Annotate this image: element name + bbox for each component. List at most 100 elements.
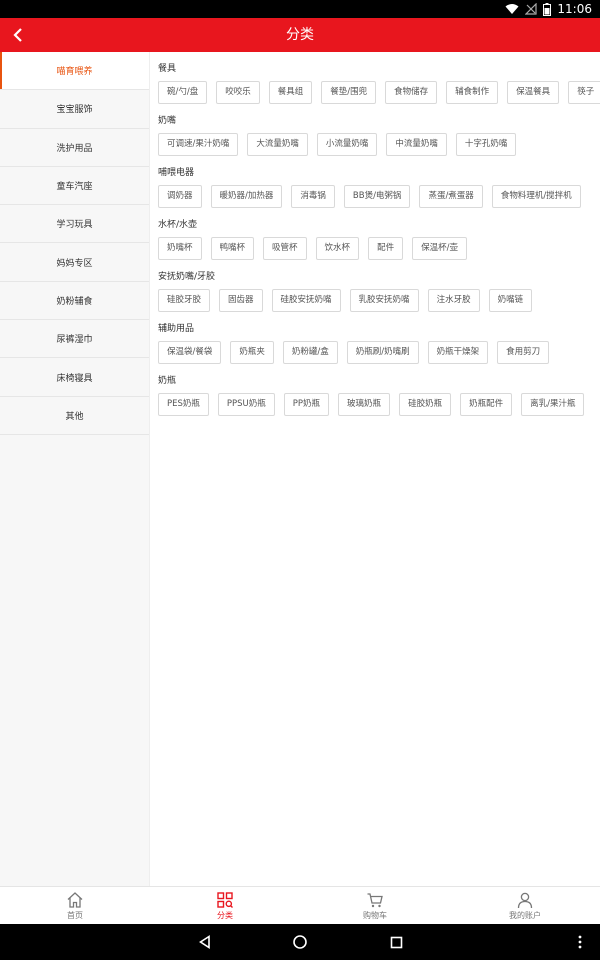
subcategory-tag[interactable]: 碗/勺/盘 <box>158 81 208 104</box>
wifi-icon <box>505 4 519 14</box>
subcategory-tag[interactable]: 中流量奶嘴 <box>386 133 447 156</box>
subcategory-tag[interactable]: 饮水杯 <box>315 237 360 260</box>
section-title: 安抚奶嘴/牙胶 <box>158 272 216 282</box>
subcategory-tag[interactable]: 食用剪刀 <box>497 341 550 364</box>
subcategory-tag[interactable]: 离乳/果汁瓶 <box>521 393 585 416</box>
tab-label: 购物车 <box>363 910 387 920</box>
category-icon <box>217 891 233 908</box>
subcategory-tag[interactable]: 硅胶安抚奶嘴 <box>271 289 341 312</box>
subcategory-tag[interactable]: 大流量奶嘴 <box>247 133 308 156</box>
tab-label: 首页 <box>67 910 83 920</box>
user-icon <box>517 892 533 908</box>
tag-list: 调奶器 暖奶器/加热器 消毒锅 BB煲/电粥锅 蒸蛋/煮蛋器 食物料理机/搅拌机 <box>158 185 600 208</box>
subcategory-panel: 餐具 碗/勺/盘 咬咬乐 餐具组 餐垫/围兜 食物储存 辅食制作 保温餐具 筷子… <box>150 52 600 886</box>
subcategory-tag[interactable]: 乳胶安抚奶嘴 <box>349 289 419 312</box>
subcategory-tag[interactable]: 奶嘴杯 <box>158 237 202 260</box>
sidebar-item-label: 学习玩具 <box>56 220 93 231</box>
subcategory-tag[interactable]: 保温餐具 <box>507 81 560 104</box>
sidebar-item-label: 洗护用品 <box>56 143 93 154</box>
sidebar-item-feeding[interactable]: 喵育喂养 <box>0 52 149 91</box>
subcategory-tag[interactable]: 可调速/果汁奶嘴 <box>158 133 239 156</box>
subcategory-tag[interactable]: 注水牙胶 <box>427 289 480 312</box>
subcategory-tag[interactable]: 咬咬乐 <box>216 81 260 104</box>
battery-icon <box>543 2 552 16</box>
sidebar-item-baby-clothing[interactable]: 宝宝服饰 <box>0 90 149 129</box>
subcategory-tag[interactable]: PES奶瓶 <box>158 393 209 416</box>
tab-category[interactable]: 分类 <box>150 887 300 924</box>
android-nav-bar <box>0 924 600 960</box>
section-tableware: 餐具 碗/勺/盘 咬咬乐 餐具组 餐垫/围兜 食物储存 辅食制作 保温餐具 筷子 <box>158 62 600 104</box>
cart-icon <box>367 892 383 907</box>
status-time: 11:06 <box>557 2 592 16</box>
sidebar-item-toys[interactable]: 学习玩具 <box>0 205 149 244</box>
signal-off-icon <box>525 3 538 15</box>
nav-home-button[interactable] <box>290 932 310 952</box>
subcategory-tag[interactable]: 奶瓶刷/奶嘴刷 <box>346 341 419 364</box>
sidebar-item-formula[interactable]: 奶粉辅食 <box>0 282 149 321</box>
tab-account[interactable]: 我的账户 <box>450 887 600 924</box>
bottom-tab-bar: 首页 分类 购物车 我的账户 <box>0 886 600 924</box>
subcategory-tag[interactable]: 餐具组 <box>268 81 313 104</box>
subcategory-tag[interactable]: 保温袋/餐袋 <box>158 341 222 364</box>
subcategory-tag[interactable]: 食物储存 <box>385 81 438 104</box>
subcategory-tag[interactable]: 十字孔奶嘴 <box>455 133 517 156</box>
subcategory-tag[interactable]: 奶嘴链 <box>488 289 533 312</box>
status-icons: 11:06 <box>505 0 592 18</box>
subcategory-tag[interactable]: 奶瓶配件 <box>460 393 513 416</box>
sidebar-item-label: 床椅寝具 <box>56 373 93 384</box>
triangle-back-icon <box>199 935 210 949</box>
page-title: 分类 <box>286 27 314 43</box>
tab-cart[interactable]: 购物车 <box>300 887 450 924</box>
sidebar-item-diapers[interactable]: 尿裤湿巾 <box>0 320 149 359</box>
subcategory-tag[interactable]: BB煲/电粥锅 <box>343 185 411 208</box>
subcategory-tag[interactable]: 奶粉罐/盒 <box>282 341 338 364</box>
nav-back-button[interactable] <box>195 932 215 952</box>
square-recents-icon <box>390 936 402 948</box>
subcategory-tag[interactable]: 小流量奶嘴 <box>316 133 378 156</box>
subcategory-tag[interactable]: 餐垫/围兜 <box>321 81 377 104</box>
subcategory-tag[interactable]: PP奶瓶 <box>283 393 330 416</box>
subcategory-tag[interactable]: 调奶器 <box>158 185 202 208</box>
subcategory-tag[interactable]: 暖奶器/加热器 <box>210 185 283 208</box>
sidebar-item-mom[interactable]: 妈妈专区 <box>0 243 149 282</box>
subcategory-tag[interactable]: 吸管杯 <box>263 237 307 260</box>
sidebar-item-bedding[interactable]: 床椅寝具 <box>0 358 149 397</box>
section-feeding-appliances: 哺喂电器 调奶器 暖奶器/加热器 消毒锅 BB煲/电粥锅 蒸蛋/煮蛋器 食物料理… <box>158 166 600 208</box>
subcategory-tag[interactable]: 玻璃奶瓶 <box>338 393 391 416</box>
subcategory-tag[interactable]: 食物料理机/搅拌机 <box>491 185 581 208</box>
sidebar-item-washing-care[interactable]: 洗护用品 <box>0 129 149 167</box>
subcategory-tag[interactable]: 辅食制作 <box>446 81 499 104</box>
sidebar-item-label: 其他 <box>65 411 84 422</box>
subcategory-tag[interactable]: 鸭嘴杯 <box>210 237 255 260</box>
sidebar-item-label: 妈妈专区 <box>56 258 93 269</box>
tab-label: 分类 <box>217 910 233 920</box>
subcategory-tag[interactable]: 消毒锅 <box>291 185 335 208</box>
subcategory-tag[interactable]: 奶瓶干燥架 <box>427 341 489 364</box>
category-sidebar: 喵育喂养 宝宝服饰 洗护用品 童车汽座 学习玩具 妈妈专区 奶粉辅食 尿裤湿巾 … <box>0 52 150 886</box>
app-bar: 分类 <box>0 18 600 52</box>
sidebar-item-other[interactable]: 其他 <box>0 397 149 435</box>
nav-menu-button[interactable] <box>570 932 590 952</box>
subcategory-tag[interactable]: PPSU奶瓶 <box>217 393 275 416</box>
subcategory-tag[interactable]: 固齿器 <box>219 289 263 312</box>
sidebar-item-stroller-carseat[interactable]: 童车汽座 <box>0 167 149 206</box>
subcategory-tag[interactable]: 硅胶奶瓶 <box>399 393 452 416</box>
home-icon <box>67 891 83 908</box>
tag-list: PES奶瓶 PPSU奶瓶 PP奶瓶 玻璃奶瓶 硅胶奶瓶 奶瓶配件 离乳/果汁瓶 <box>158 393 600 416</box>
subcategory-tag[interactable]: 筷子 <box>568 81 600 104</box>
subcategory-tag[interactable]: 硅胶牙胶 <box>158 289 211 312</box>
tag-list: 碗/勺/盘 咬咬乐 餐具组 餐垫/围兜 食物储存 辅食制作 保温餐具 筷子 <box>158 81 600 104</box>
section-title: 奶嘴 <box>158 116 177 126</box>
nav-recents-button[interactable] <box>386 932 406 952</box>
subcategory-tag[interactable]: 保温杯/壶 <box>412 237 467 260</box>
subcategory-tag[interactable]: 蒸蛋/煮蛋器 <box>419 185 483 208</box>
circle-home-icon <box>293 935 307 949</box>
subcategory-tag[interactable]: 奶瓶夹 <box>230 341 274 364</box>
section-title: 奶瓶 <box>158 376 177 386</box>
section-pacifiers-teethers: 安抚奶嘴/牙胶 硅胶牙胶 固齿器 硅胶安抚奶嘴 乳胶安抚奶嘴 注水牙胶 奶嘴链 <box>158 270 600 312</box>
section-title: 哺喂电器 <box>158 168 195 178</box>
tab-home[interactable]: 首页 <box>0 887 150 924</box>
sidebar-item-label: 喵育喂养 <box>56 67 93 78</box>
sidebar-item-label: 童车汽座 <box>56 182 93 193</box>
subcategory-tag[interactable]: 配件 <box>368 237 404 260</box>
